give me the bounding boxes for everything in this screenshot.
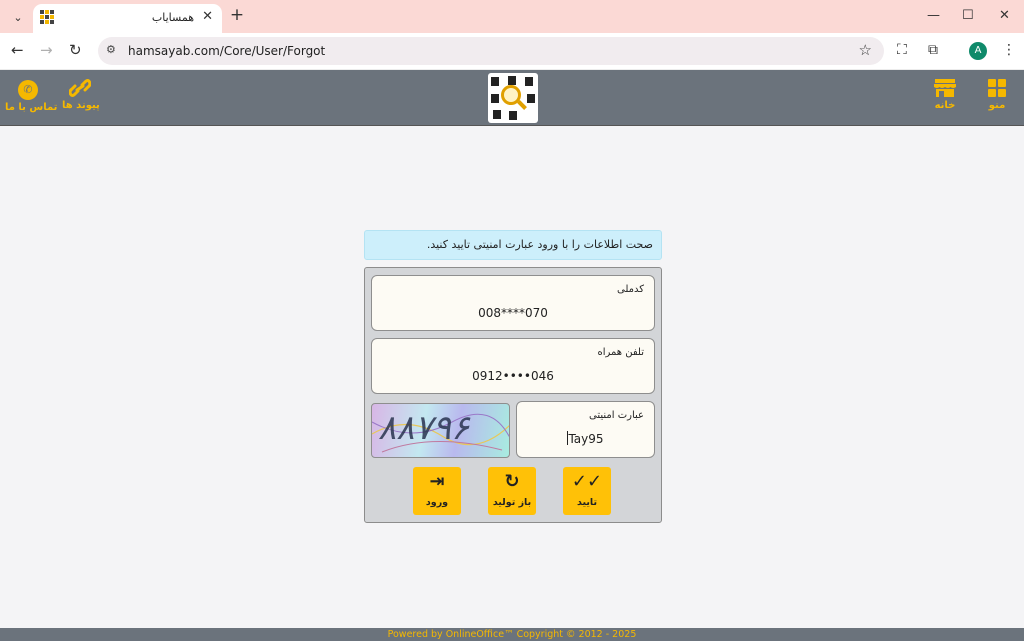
captcha-image: ۸۸۷۹۶: [371, 403, 510, 458]
national-code-label: کدملی: [616, 284, 644, 295]
bookmark-star-icon[interactable]: ☆: [859, 41, 872, 59]
tab-close-icon[interactable]: ✕: [202, 9, 213, 25]
national-code-field[interactable]: کدملی 008****070: [371, 275, 655, 331]
extensions-icon[interactable]: ⧉: [928, 42, 938, 59]
store-icon: [934, 79, 956, 97]
links-button[interactable]: پیوند ها: [62, 78, 100, 111]
contact-label: تماس با ما: [5, 102, 58, 113]
site-footer: Powered by OnlineOffice™ Copyright © 201…: [0, 628, 1024, 641]
home-button[interactable]: خانه: [932, 78, 958, 111]
captcha-text: ۸۸۷۹۶: [378, 408, 470, 448]
contact-button[interactable]: ✆ تماس با ما: [5, 78, 58, 113]
close-window-button[interactable]: ✕: [999, 9, 1010, 23]
browser-toolbar: ← → ↻ ⚙ hamsayab.com/Core/User/Forgot ☆ …: [0, 33, 1024, 70]
login-label: ورود: [425, 497, 449, 508]
back-arrow-icon[interactable]: ←: [11, 42, 24, 59]
login-button[interactable]: ⇥ ورود: [413, 467, 461, 515]
forward-arrow-icon[interactable]: →: [40, 42, 53, 59]
profile-avatar[interactable]: A: [969, 42, 987, 60]
confirm-label: تایید: [576, 497, 598, 508]
browser-tabstrip: ⌄ همسایاب ✕ + — ☐ ✕: [0, 0, 1024, 33]
home-label: خانه: [934, 100, 956, 111]
new-tab-button[interactable]: +: [229, 6, 245, 26]
confirm-button[interactable]: ✓✓ تایید: [563, 467, 611, 515]
minimize-button[interactable]: —: [927, 9, 940, 23]
maximize-button[interactable]: ☐: [962, 9, 974, 23]
link-icon: [69, 79, 91, 97]
site-info-icon[interactable]: ⚙: [106, 43, 116, 56]
footer-copyright: Powered by OnlineOffice™ Copyright © 201…: [387, 629, 637, 640]
site-logo[interactable]: [488, 73, 538, 123]
tab-search-icon[interactable]: ⌄: [7, 6, 29, 28]
security-phrase-field[interactable]: عبارت امنیتی Tay95: [516, 401, 655, 458]
security-phrase-label: عبارت امنیتی: [589, 410, 644, 421]
sign-in-icon: ⇥: [429, 471, 445, 492]
links-label: پیوند ها: [62, 100, 100, 111]
security-phrase-value: Tay95: [568, 432, 604, 446]
national-code-value[interactable]: 008****070: [372, 306, 654, 320]
mobile-label: تلفن همراه: [597, 347, 644, 358]
info-alert: صحت اطلاعات را با ورود عبارت امنیتی تایی…: [364, 230, 662, 260]
double-check-icon: ✓✓: [571, 471, 603, 492]
browser-menu-icon[interactable]: ⋮: [1002, 42, 1016, 59]
regenerate-captcha-button[interactable]: ↻ باز تولید: [488, 467, 536, 515]
grid-icon: [988, 79, 1006, 97]
site-favicon-icon: [40, 10, 54, 24]
screenshot-icon[interactable]: ⛶: [897, 42, 907, 59]
mobile-field[interactable]: تلفن همراه 0912••••046: [371, 338, 655, 394]
forgot-form-panel: کدملی 008****070 تلفن همراه 0912••••046 …: [364, 267, 662, 523]
refresh-icon: ↻: [504, 471, 520, 492]
reload-icon[interactable]: ↻: [69, 42, 82, 59]
address-bar[interactable]: ⚙ hamsayab.com/Core/User/Forgot ☆: [98, 37, 884, 65]
tab-title: همسایاب: [151, 11, 194, 24]
menu-button[interactable]: منو: [986, 78, 1008, 111]
mobile-value[interactable]: 0912••••046: [372, 369, 654, 383]
url-text[interactable]: hamsayab.com/Core/User/Forgot: [128, 44, 325, 58]
info-message: صحت اطلاعات را با ورود عبارت امنیتی تایی…: [426, 238, 653, 251]
browser-tab[interactable]: همسایاب ✕: [33, 4, 222, 33]
security-phrase-input[interactable]: Tay95: [517, 431, 654, 446]
regenerate-label: باز تولید: [492, 497, 532, 508]
menu-label: منو: [988, 100, 1006, 111]
phone-icon: ✆: [18, 80, 38, 100]
